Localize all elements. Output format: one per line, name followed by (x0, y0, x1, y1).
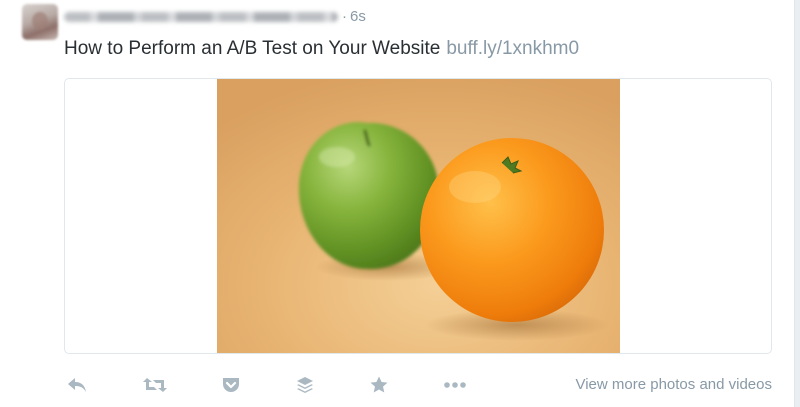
apple-orange-photo (217, 79, 620, 353)
retweet-icon (143, 378, 167, 392)
header-separator: · (342, 8, 347, 25)
reply-button[interactable] (64, 372, 90, 398)
media-card[interactable] (64, 78, 772, 354)
scrollbar-track[interactable] (794, 0, 800, 407)
favorite-button[interactable] (366, 372, 392, 398)
tweet-text-body: How to Perform an A/B Test on Your Websi… (64, 38, 441, 59)
favorite-icon (370, 376, 388, 393)
tweet-text: How to Perform an A/B Test on Your Websi… (64, 36, 579, 62)
buffer-button[interactable] (292, 372, 318, 398)
avatar[interactable] (22, 4, 58, 40)
retweet-button[interactable] (142, 372, 168, 398)
pocket-button[interactable] (218, 372, 244, 398)
view-more-media-link[interactable]: View more photos and videos (575, 372, 772, 398)
tweet-header: · 6s (64, 6, 366, 28)
buffer-icon (297, 377, 313, 393)
tweet-actions: View more photos and videos (64, 372, 772, 398)
pocket-icon (223, 378, 239, 392)
tweet-link[interactable]: buff.ly/1xnkhm0 (446, 38, 579, 59)
reply-icon (68, 378, 86, 392)
more-button[interactable] (442, 372, 468, 398)
tweet-photo[interactable] (217, 79, 620, 353)
timestamp[interactable]: 6s (350, 6, 366, 28)
more-icon (444, 382, 466, 388)
author-name-redacted[interactable] (64, 12, 338, 22)
tweet: · 6s How to Perform an A/B Test on Your … (0, 0, 800, 407)
